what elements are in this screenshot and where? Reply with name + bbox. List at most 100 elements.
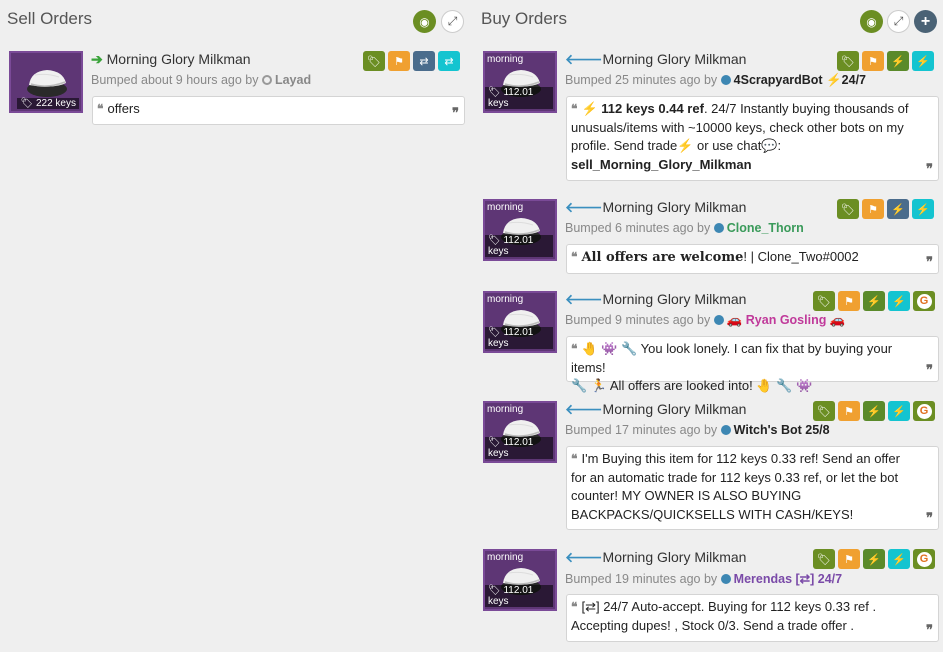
listing-message: ❝ I'm Buying this item for 112 keys 0.33 …: [566, 446, 939, 530]
instant-trade-button[interactable]: ⚡: [887, 199, 909, 219]
car-icon: 🚗: [826, 313, 846, 327]
bumped-line: Bumped 9 minutes ago by 🚗 Ryan Gosling 🚗: [565, 313, 846, 327]
listing-title[interactable]: 🡐Morning Glory Milkman: [565, 51, 746, 68]
instant-trade-button[interactable]: ⚡: [863, 291, 885, 311]
quote-open-icon: ❝: [571, 102, 578, 116]
bolt-icon: ⚡: [867, 405, 881, 418]
g-logo-icon: G: [916, 293, 932, 309]
report-button[interactable]: ⚑: [838, 401, 860, 421]
username-link[interactable]: Merendas [⇄] 24/7: [734, 572, 842, 586]
listing-title[interactable]: 🡐Morning Glory Milkman: [565, 291, 746, 308]
tag-icon: 🏷: [817, 405, 831, 418]
bumped-line: Bumped 17 minutes ago by Witch's Bot 25/…: [565, 423, 830, 437]
quote-open-icon: ❝: [571, 250, 578, 264]
chat-icon: 💬: [761, 138, 778, 153]
price-tag-button[interactable]: 🏷: [837, 51, 859, 71]
item-image[interactable]: morning 🏷 112.01 keys: [483, 51, 557, 113]
item-image[interactable]: morning 🏷 112.01 keys: [483, 549, 557, 611]
price-badge: 🏷 112.01 keys: [485, 327, 553, 349]
instant-trade-button[interactable]: ⚡: [887, 51, 909, 71]
sell-orders-title: Sell Orders: [7, 9, 93, 28]
buy-listing: morning 🏷 112.01 keys 🡐Morning Glory Mil…: [483, 199, 941, 275]
flag-icon: ⚑: [844, 295, 854, 308]
price-tag-button[interactable]: 🏷: [813, 291, 835, 311]
price-badge: 🏷 112.01 keys: [485, 585, 553, 607]
buy-listing: morning 🏷 112.01 keys 🡐Morning Glory Mil…: [483, 291, 941, 393]
flag-icon: ⚑: [868, 55, 878, 68]
sell-eye-toggle-button[interactable]: ◉: [413, 10, 436, 33]
price-tag-button[interactable]: 🏷: [837, 199, 859, 219]
report-button[interactable]: ⚑: [838, 549, 860, 569]
buy-listing: morning 🏷 112.01 keys 🡐Morning Glory Mil…: [483, 549, 941, 645]
arrow-left-icon: 🡐: [565, 291, 603, 307]
tag-icon: 🏷: [841, 55, 855, 68]
action-buttons: 🏷 ⚑ ⇄ ⇄: [363, 51, 460, 71]
add-buy-order-button[interactable]: +: [914, 10, 937, 33]
sell-expand-button[interactable]: ⤢: [441, 10, 464, 33]
tag-icon: 🏷: [841, 203, 855, 216]
item-image[interactable]: morning 🏷 112.01 keys: [483, 199, 557, 261]
report-button[interactable]: ⚑: [838, 291, 860, 311]
username-link[interactable]: Ryan Gosling: [746, 313, 827, 327]
buy-eye-toggle-button[interactable]: ◉: [860, 10, 883, 33]
offline-status-icon: [261, 75, 272, 85]
trade-offer-button[interactable]: ⚡: [912, 51, 934, 71]
quote-close-icon: ❞: [452, 104, 459, 120]
price-tag-button[interactable]: 🏷: [363, 51, 385, 71]
gladiator-button[interactable]: G: [913, 549, 935, 569]
price-tag-button[interactable]: 🏷: [813, 549, 835, 569]
expand-icon: ⤢: [893, 14, 904, 28]
bolt-icon: ⚡: [916, 55, 930, 68]
tag-icon: 🏷: [817, 553, 831, 566]
report-button[interactable]: ⚑: [862, 51, 884, 71]
action-buttons: 🏷 ⚑ ⚡ ⚡: [837, 199, 934, 219]
username-link[interactable]: Layad: [275, 73, 311, 87]
eye-icon: ◉: [419, 14, 430, 29]
instant-trade-button[interactable]: ⚡: [863, 549, 885, 569]
bumped-line: Bumped 25 minutes ago by 4ScrapyardBot ⚡…: [565, 73, 867, 87]
listing-message: ❝ ⚡ 112 keys 0.44 ref. 24/7 Instantly buy…: [566, 96, 939, 181]
trade-button[interactable]: ⇄: [413, 51, 435, 71]
trade-offer-button[interactable]: ⚡: [888, 549, 910, 569]
gladiator-button[interactable]: G: [913, 291, 935, 311]
bolt-icon: ⚡: [891, 203, 905, 216]
arrow-left-icon: 🡐: [565, 51, 603, 67]
listing-message: ❝ 🤚 👾 🔧 You look lonely. I can fix that b…: [566, 336, 939, 393]
buy-listing: morning 🏷 112.01 keys 🡐Morning Glory Mil…: [483, 401, 941, 533]
bolt-icon: ⚡: [826, 73, 842, 87]
action-buttons: 🏷 ⚑ ⚡ ⚡ G: [813, 549, 935, 569]
gladiator-button[interactable]: G: [913, 401, 935, 421]
item-image[interactable]: morning 🏷 112.01 keys: [483, 401, 557, 463]
listing-title[interactable]: 🡐Morning Glory Milkman: [565, 549, 746, 566]
price-tag-button[interactable]: 🏷: [813, 401, 835, 421]
item-image[interactable]: 🏷 222 keys: [9, 51, 83, 113]
item-image[interactable]: morning 🏷 112.01 keys: [483, 291, 557, 353]
item-tag: morning: [487, 54, 524, 65]
quote-open-icon: ❝: [571, 342, 578, 356]
car-icon: 🚗: [726, 313, 743, 327]
report-button[interactable]: ⚑: [862, 199, 884, 219]
trade-offer-button[interactable]: ⇄: [438, 51, 460, 71]
buy-orders-title: Buy Orders: [481, 9, 567, 28]
price-badge: 🏷 112.01 keys: [485, 87, 553, 109]
emoji-icons: 🤚 👾 🔧: [581, 341, 641, 356]
listing-title[interactable]: 🡐Morning Glory Milkman: [565, 199, 746, 216]
username-link[interactable]: Witch's Bot 25/8: [734, 423, 830, 437]
quote-open-icon: ❝: [571, 452, 578, 466]
username-link[interactable]: Clone_Thorn: [727, 221, 804, 235]
trade-offer-button[interactable]: ⚡: [888, 291, 910, 311]
item-tag: morning: [487, 202, 524, 213]
listing-title[interactable]: 🡐Morning Glory Milkman: [565, 401, 746, 418]
eye-icon: ◉: [866, 14, 877, 29]
tag-icon: 🏷: [817, 295, 831, 308]
trade-offer-button[interactable]: ⚡: [912, 199, 934, 219]
report-button[interactable]: ⚑: [388, 51, 410, 71]
username-link[interactable]: 4ScrapyardBot: [734, 73, 823, 87]
bolt-icon: ⚡: [892, 553, 906, 566]
trade-offer-button[interactable]: ⚡: [888, 401, 910, 421]
listing-title[interactable]: ➔ Morning Glory Milkman: [91, 51, 251, 68]
buy-expand-button[interactable]: ⤢: [887, 10, 910, 33]
instant-trade-button[interactable]: ⚡: [863, 401, 885, 421]
bolt-icon: ⚡: [891, 55, 905, 68]
item-name: Morning Glory Milkman: [602, 401, 747, 417]
